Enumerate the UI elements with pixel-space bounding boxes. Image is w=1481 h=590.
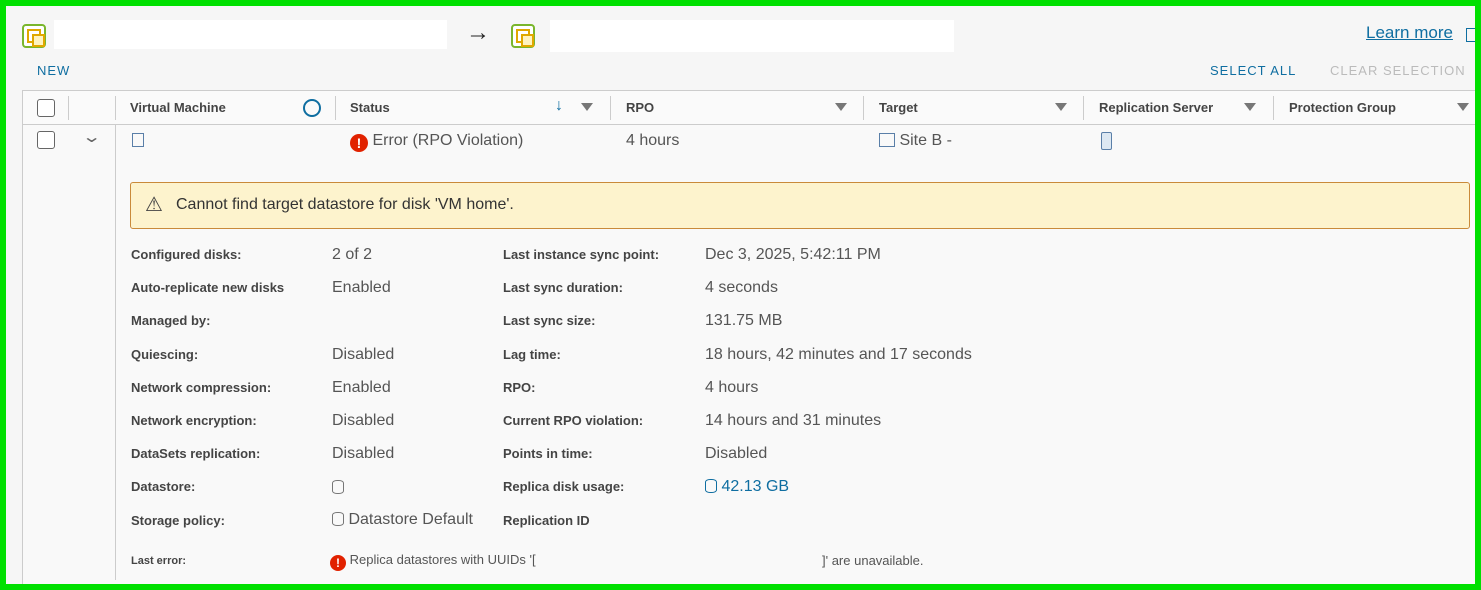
select-all-button[interactable]: SELECT ALL — [1210, 63, 1296, 78]
detail-label: Current RPO violation: — [503, 413, 644, 428]
detail-label: DataSets replication: — [131, 446, 261, 461]
detail-label: Network compression: — [131, 380, 272, 395]
detail-value: 131.75 MB — [705, 312, 783, 329]
warning-alert: ⚠ Cannot find target datastore for disk … — [130, 182, 1470, 229]
table-header: Virtual Machine Status ↓ RPO Target Repl… — [23, 91, 1475, 125]
detail-label: Last sync duration: — [503, 280, 623, 295]
rpo-cell: 4 hours — [626, 132, 680, 149]
column-protection-group[interactable]: Protection Group — [1289, 100, 1396, 115]
datastore-icon — [705, 479, 717, 493]
detail-label: Last sync size: — [503, 313, 596, 328]
detail-value: 14 hours and 31 minutes — [705, 412, 882, 429]
target-cell[interactable]: Site B - — [879, 132, 952, 150]
learn-more-link[interactable]: Learn more — [1366, 23, 1453, 43]
storage-policy-value: Datastore Default — [332, 511, 473, 529]
last-error-suffix: ]' are unavailable. — [822, 553, 924, 568]
detail-label: Auto-replicate new disks — [131, 280, 285, 295]
status-cell: ! Error (RPO Violation) — [350, 132, 523, 152]
detail-label: Managed by: — [131, 313, 211, 328]
detail-label: Configured disks: — [131, 247, 242, 262]
detail-label: Replication ID — [503, 513, 590, 528]
filter-icon[interactable] — [1457, 103, 1469, 111]
source-site-name — [54, 20, 447, 49]
detail-value: 4 seconds — [705, 279, 778, 296]
status-text: Error (RPO Violation) — [372, 132, 524, 149]
datastore-icon — [332, 480, 344, 494]
window: → Learn more NEW SELECT ALL CLEAR SELECT… — [6, 6, 1475, 584]
server-icon[interactable] — [1101, 132, 1112, 150]
sort-descending-icon[interactable]: ↓ — [555, 97, 563, 115]
target-site-icon — [511, 24, 535, 48]
chevron-down-icon[interactable]: ⌄ — [82, 127, 102, 147]
storage-policy-icon — [332, 512, 344, 526]
column-replication-server[interactable]: Replication Server — [1099, 100, 1213, 115]
detail-label: Lag time: — [503, 347, 561, 362]
detail-value: 18 hours, 42 minutes and 17 seconds — [705, 346, 972, 363]
detail-label: Quiescing: — [131, 347, 199, 362]
detail-label: Network encryption: — [131, 413, 257, 428]
detail-label: Datastore: — [131, 479, 196, 494]
detail-value: 2 of 2 — [332, 246, 373, 263]
detail-label: RPO: — [503, 380, 536, 395]
detail-label: Points in time: — [503, 446, 593, 461]
error-icon: ! — [330, 555, 346, 571]
filter-icon[interactable] — [1244, 103, 1256, 111]
last-error-text: ! Replica datastores with UUIDs '[ — [330, 552, 536, 571]
last-error-label: Last error: — [131, 555, 187, 567]
row-checkbox[interactable] — [37, 131, 55, 149]
target-site-name — [550, 20, 954, 52]
alert-message: Cannot find target datastore for disk 'V… — [176, 196, 514, 213]
detail-value: Enabled — [332, 379, 391, 396]
detail-value: Disabled — [332, 445, 395, 462]
target-text: Site B - — [899, 132, 952, 149]
storage-policy-text: Datastore Default — [348, 511, 473, 528]
arrow-right-icon: → — [466, 19, 490, 46]
detail-label: Last instance sync point: — [503, 247, 660, 262]
warning-icon: ⚠ — [145, 194, 163, 216]
vm-icon[interactable] — [132, 133, 144, 147]
replications-table: Virtual Machine Status ↓ RPO Target Repl… — [22, 90, 1475, 584]
detail-value: 4 hours — [705, 379, 759, 396]
source-site-icon — [22, 24, 46, 48]
external-link-icon — [1466, 28, 1475, 42]
building-icon — [879, 133, 895, 147]
error-icon: ! — [350, 134, 368, 152]
detail-label: Storage policy: — [131, 513, 225, 528]
detail-value: Enabled — [332, 279, 391, 296]
replica-disk-usage-text: 42.13 GB — [721, 478, 790, 495]
clear-selection-button[interactable]: CLEAR SELECTION — [1330, 63, 1466, 78]
new-button[interactable]: NEW — [37, 63, 70, 78]
select-all-checkbox[interactable] — [37, 99, 55, 117]
column-target[interactable]: Target — [879, 100, 918, 115]
detail-label: Replica disk usage: — [503, 479, 625, 494]
column-rpo[interactable]: RPO — [626, 100, 654, 115]
detail-value: Disabled — [332, 412, 395, 429]
column-status[interactable]: Status — [350, 100, 390, 115]
active-filter-icon[interactable] — [303, 99, 321, 117]
detail-value: Disabled — [332, 346, 395, 363]
column-virtual-machine[interactable]: Virtual Machine — [130, 100, 226, 115]
last-error-prefix: Replica datastores with UUIDs '[ — [349, 552, 536, 567]
datastore-value[interactable] — [332, 479, 344, 497]
filter-icon[interactable] — [581, 103, 593, 111]
detail-value: Dec 3, 2025, 5:42:11 PM — [705, 246, 881, 263]
filter-icon[interactable] — [835, 103, 847, 111]
replica-disk-usage-link[interactable]: 42.13 GB — [705, 478, 789, 496]
detail-value: Disabled — [705, 445, 768, 462]
filter-icon[interactable] — [1055, 103, 1067, 111]
